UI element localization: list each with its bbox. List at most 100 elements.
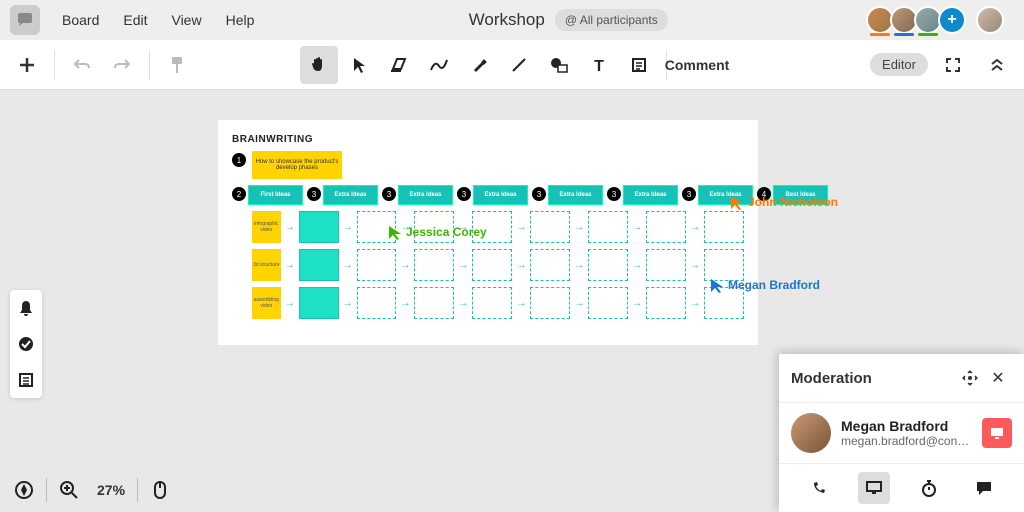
tasks-button[interactable] [10, 326, 42, 362]
arrow-icon: → [632, 222, 642, 233]
arrow-icon: → [632, 298, 642, 309]
arrow-icon: → [285, 222, 295, 233]
menu-board[interactable]: Board [52, 8, 109, 32]
presence-avatars: + [872, 6, 1004, 34]
grid-cell[interactable] [704, 211, 744, 243]
grid-cell[interactable] [704, 249, 744, 281]
canvas[interactable]: BRAINWRITING 1 How to showcase the produ… [0, 90, 1024, 512]
grid-cell[interactable] [472, 287, 512, 319]
avatar[interactable] [791, 413, 831, 453]
close-icon[interactable]: ✕ [984, 364, 1012, 392]
grid-cell[interactable] [472, 249, 512, 281]
step-number: 3 [532, 187, 546, 201]
arrow-icon: → [574, 222, 584, 233]
grid-cell[interactable] [414, 249, 454, 281]
mode-badge[interactable]: Editor [870, 53, 928, 76]
column-header[interactable]: 3Extra Ideas [382, 185, 453, 205]
format-painter-button[interactable] [158, 46, 196, 84]
menu-view[interactable]: View [161, 8, 211, 32]
board-frame[interactable]: BRAINWRITING 1 How to showcase the produ… [218, 120, 758, 345]
step-number: 3 [682, 187, 696, 201]
remote-cursor: Megan Bradford [710, 278, 820, 294]
pen-tool[interactable] [420, 46, 458, 84]
shape-tool[interactable] [540, 46, 578, 84]
step-number: 3 [457, 187, 471, 201]
collapse-button[interactable] [978, 46, 1016, 84]
redo-button[interactable] [103, 46, 141, 84]
own-avatar[interactable] [976, 6, 1004, 34]
row-label[interactable]: assembling video [252, 287, 281, 319]
comment-button[interactable]: Comment [675, 46, 713, 84]
grid-cell[interactable] [588, 211, 628, 243]
select-tool[interactable] [340, 46, 378, 84]
chat-icon[interactable] [968, 472, 1000, 504]
menu-bar: Board Edit View Help Workshop @ All part… [0, 0, 1024, 40]
add-button[interactable] [8, 46, 46, 84]
notifications-button[interactable] [10, 290, 42, 326]
mouse-mode-button[interactable] [144, 474, 176, 506]
grid-cell[interactable] [646, 211, 686, 243]
column-header[interactable]: 3Extra Ideas [457, 185, 528, 205]
zoom-in-button[interactable] [53, 474, 85, 506]
column-header[interactable]: 3Extra Ideas [307, 185, 378, 205]
remote-cursor: John Nicholson [730, 195, 838, 211]
eraser-tool[interactable] [380, 46, 418, 84]
arrow-icon: → [516, 298, 526, 309]
menu-edit[interactable]: Edit [113, 8, 157, 32]
bottom-bar: 27% [8, 474, 176, 506]
arrow-icon: → [516, 222, 526, 233]
arrow-icon: → [458, 260, 468, 271]
marker-tool[interactable] [460, 46, 498, 84]
moderation-footer [779, 463, 1024, 512]
compass-button[interactable] [8, 474, 40, 506]
fullscreen-button[interactable] [934, 46, 972, 84]
grid-cell[interactable] [299, 287, 339, 319]
timer-icon[interactable] [913, 472, 945, 504]
row-label[interactable]: 3d structure [252, 249, 281, 281]
arrow-icon: → [400, 260, 410, 271]
column-header[interactable]: 3Extra Ideas [532, 185, 603, 205]
present-button[interactable] [982, 418, 1012, 448]
grid-cell[interactable] [530, 211, 570, 243]
svg-text:T: T [594, 58, 604, 73]
minimize-icon[interactable] [956, 364, 984, 392]
grid-cell[interactable] [530, 287, 570, 319]
call-icon[interactable] [803, 472, 835, 504]
prompt-card[interactable]: How to showcase the product's develop ph… [252, 151, 342, 179]
grid-row: infographic video→→→→→→→→ [252, 211, 744, 243]
grid-cell[interactable] [357, 249, 397, 281]
menu-help[interactable]: Help [216, 8, 265, 32]
grid-cell[interactable] [299, 211, 339, 243]
step-number: 3 [382, 187, 396, 201]
grid-row: 3d structure→→→→→→→→ [252, 249, 744, 281]
add-participant-button[interactable]: + [938, 6, 966, 34]
pan-tool[interactable] [300, 46, 338, 84]
grid-cell[interactable] [530, 249, 570, 281]
grid-cell[interactable] [357, 287, 397, 319]
grid-cell[interactable] [299, 249, 339, 281]
arrow-icon: → [632, 260, 642, 271]
text-tool[interactable]: T [580, 46, 618, 84]
outline-button[interactable] [10, 362, 42, 398]
line-tool[interactable] [500, 46, 538, 84]
step-number: 3 [607, 187, 621, 201]
note-tool[interactable] [620, 46, 658, 84]
participants-badge[interactable]: @ All participants [555, 9, 668, 31]
column-header[interactable]: 2First Ideas [232, 185, 303, 205]
moderation-title: Moderation [791, 370, 956, 387]
column-header[interactable]: 3Extra Ideas [607, 185, 678, 205]
undo-button[interactable] [63, 46, 101, 84]
left-tool-panel [10, 290, 42, 398]
grid-cell[interactable] [414, 287, 454, 319]
row-label[interactable]: infographic video [252, 211, 281, 243]
zoom-value[interactable]: 27% [91, 482, 131, 498]
grid-cell[interactable] [588, 249, 628, 281]
document-title[interactable]: Workshop [469, 10, 545, 30]
grid-cell[interactable] [646, 249, 686, 281]
present-icon[interactable] [858, 472, 890, 504]
grid-cell[interactable] [646, 287, 686, 319]
app-logo[interactable] [10, 5, 40, 35]
grid-cell[interactable] [588, 287, 628, 319]
step-number: 2 [232, 187, 246, 201]
toolbar-right: Editor [870, 46, 1016, 84]
